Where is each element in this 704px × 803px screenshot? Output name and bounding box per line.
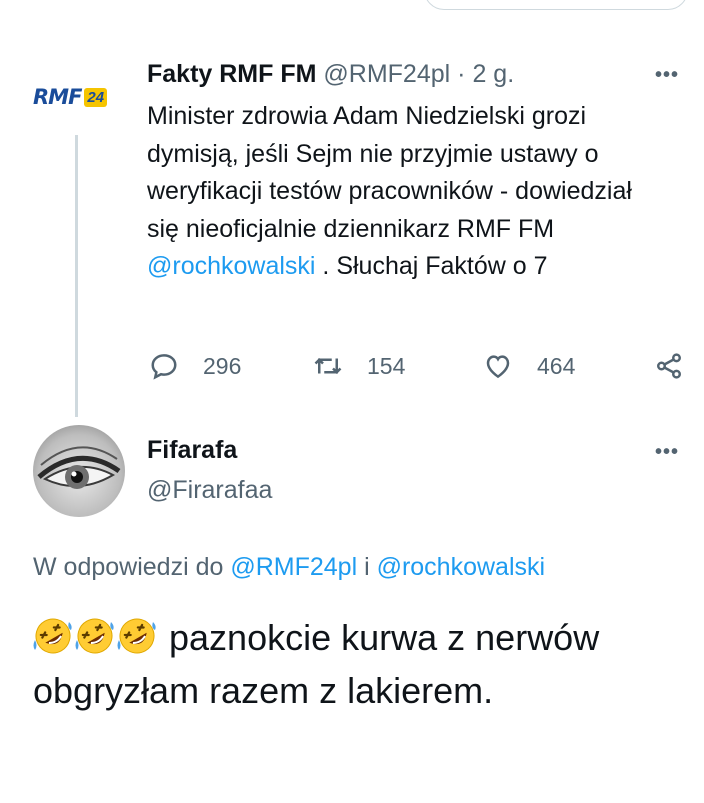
tweet-text-part-1: Minister zdrowia Adam Niedzielski grozi … [147, 102, 632, 243]
reply-button[interactable]: 296 [149, 346, 241, 386]
tweet-time[interactable]: 2 g. [472, 60, 514, 88]
reply-mention-rmf24pl[interactable]: @RMF24pl [230, 553, 357, 581]
thread-line [75, 135, 78, 417]
retweet-count: 154 [367, 352, 406, 379]
reply-text: paznokcie kurwa z nerwów obgryzłam razem… [33, 611, 673, 717]
more-options-icon[interactable]: ••• [655, 64, 679, 87]
rolling-laughing-emoji-icon [75, 618, 114, 654]
replying-to: W odpowiedzi do @RMF24pl i @rochkowalski [33, 553, 545, 582]
reply-prefix: W odpowiedzi do [33, 553, 231, 581]
reply-author-name[interactable]: Fifarafa [147, 436, 237, 465]
author-name[interactable]: Fakty RMF FM [147, 60, 316, 88]
retweet-button[interactable]: 154 [313, 346, 405, 386]
tweet-text-part-2: . Słuchaj Faktów o 7 [315, 252, 548, 280]
tweet-text: Minister zdrowia Adam Niedzielski grozi … [147, 98, 667, 286]
share-icon [657, 353, 681, 379]
eye-avatar-image [37, 446, 121, 489]
reply-author-handle[interactable]: @Firarafaa [147, 476, 272, 505]
tweet-mention[interactable]: @rochkowalski [147, 252, 315, 280]
separator: · [457, 60, 466, 88]
logo-text: RMF [33, 85, 82, 109]
retweet-icon [314, 357, 342, 375]
author-handle[interactable]: @RMF24pl [323, 60, 450, 88]
rolling-laughing-emoji-icon [117, 618, 156, 654]
top-button-partial[interactable] [424, 0, 688, 10]
reply-joiner: i [357, 553, 377, 581]
like-button[interactable]: 464 [483, 346, 575, 386]
heart-icon [486, 355, 510, 379]
logo-number: 24 [84, 87, 108, 107]
reply-more-options-icon[interactable]: ••• [655, 441, 679, 464]
rolling-laughing-emoji-icon [33, 618, 72, 654]
avatar[interactable] [33, 425, 125, 517]
reply-count: 296 [203, 352, 242, 379]
share-button[interactable] [654, 346, 684, 386]
reply-mention-rochkowalski[interactable]: @rochkowalski [377, 553, 545, 581]
tweet-actions: 296 154 464 [147, 346, 692, 386]
comment-icon [151, 354, 177, 380]
rmf24-avatar[interactable]: RMF 24 [33, 80, 121, 114]
like-count: 464 [537, 352, 576, 379]
tweet-header: Fakty RMF FM @RMF24pl · 2 g. [147, 59, 514, 89]
